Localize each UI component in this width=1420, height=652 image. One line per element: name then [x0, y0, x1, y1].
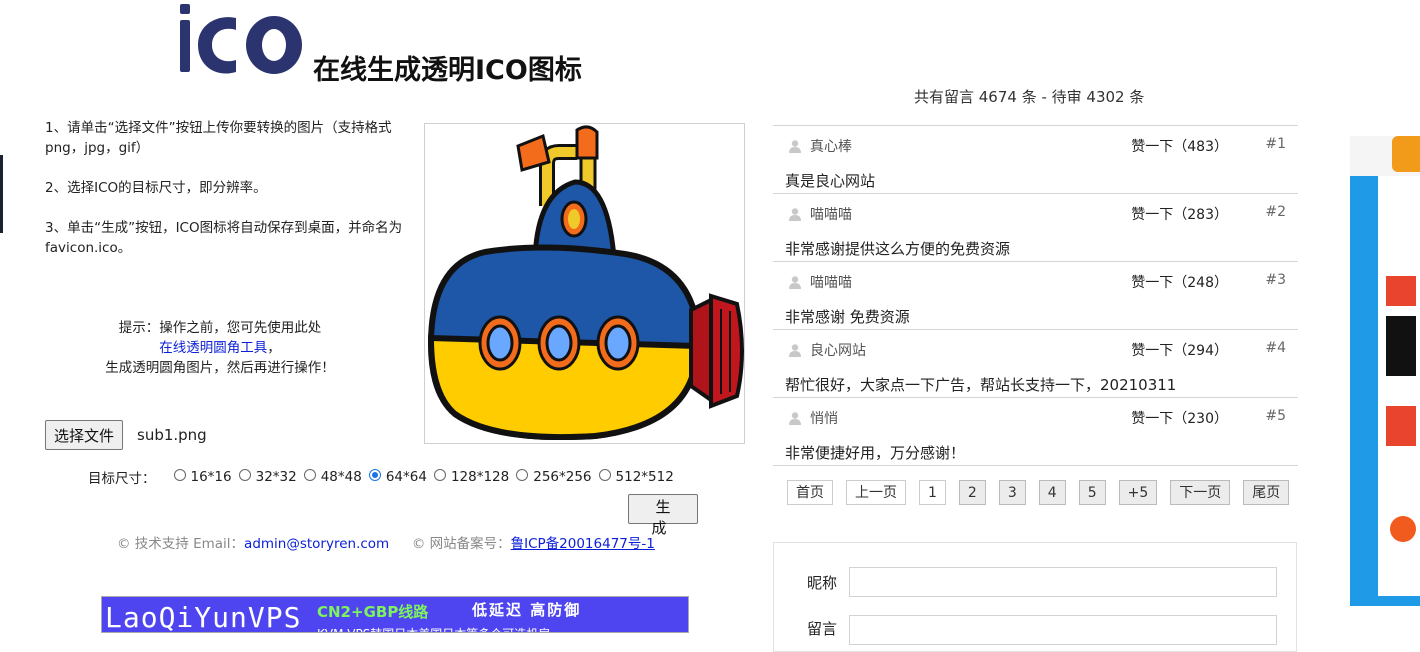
comment-list: 真心棒 赞一下（483） #1 真是良心网站 喵喵喵 赞一下（283） #2 非… [773, 125, 1298, 466]
comment-item: 真心棒 赞一下（483） #1 真是良心网站 [773, 126, 1298, 194]
size-option-32[interactable]: 32*32 [238, 469, 297, 485]
last-page-button[interactable]: 尾页 [1243, 480, 1290, 505]
message-input[interactable] [849, 615, 1277, 645]
image-preview [424, 123, 745, 444]
first-page-button[interactable]: 首页 [787, 480, 833, 505]
comment-index: #4 [1265, 340, 1286, 356]
banner-line-tag: CN2+GBP线路 [317, 603, 429, 621]
size-option-512[interactable]: 512*512 [598, 469, 674, 485]
banner-sub: KVM VPS韩国日本美国日本等多个可选机房 [317, 625, 550, 632]
instruction-step-2: 2、选择ICO的目标尺寸，即分辨率。 [45, 180, 267, 196]
page-4-button[interactable]: 4 [1038, 480, 1066, 505]
size-option-64[interactable]: 64*64 [368, 469, 427, 485]
page-5-button[interactable]: 5 [1078, 480, 1106, 505]
generate-button[interactable]: 生 成 [628, 494, 698, 537]
more-pages-button[interactable]: +5 [1118, 480, 1158, 505]
instruction-step-3: 3、单击“生成”按钮，ICO图标将自动保存到桌面，并命名为favicon.ico… [45, 220, 403, 256]
radio-icon[interactable] [238, 469, 251, 481]
comment-index: #2 [1265, 204, 1286, 220]
size-option-16[interactable]: 16*16 [173, 469, 232, 485]
next-page-button[interactable]: 下一页 [1170, 480, 1231, 505]
site-title: 在线生成透明ICO图标 [313, 55, 582, 86]
side-ad-tab [1392, 136, 1420, 172]
pagination: 首页 上一页 1 2 3 4 5 +5 下一页 尾页 [787, 480, 1302, 505]
vps-ad-banner[interactable]: LaoQiYunVPS CN2+GBP线路 低延迟 高防御 KVM VPS韩国日… [101, 596, 689, 633]
user-icon [789, 412, 801, 425]
nickname-input[interactable] [849, 567, 1277, 597]
banner-slogan: 低延迟 高防御 [472, 601, 582, 619]
left-edge-strip [0, 155, 3, 233]
comment-item: 悄悄 赞一下（230） #5 非常便捷好用，万分感谢！ [773, 398, 1298, 466]
comment-user: 真心棒 [810, 139, 852, 155]
tip-text: 提示：操作之前，您可先使用此处 在线透明圆角工具， 生成透明圆角图片，然后再进行… [45, 318, 395, 378]
support-label: © 技术支持 Email： [117, 536, 245, 552]
user-icon [789, 344, 801, 357]
like-button[interactable]: 赞一下（230） [1131, 408, 1228, 428]
like-button[interactable]: 赞一下（483） [1131, 136, 1228, 156]
banner-brand: LaoQiYunVPS [105, 601, 302, 633]
radio-icon[interactable] [173, 469, 186, 481]
radio-icon[interactable] [598, 469, 611, 481]
message-label: 留言 [807, 620, 838, 638]
ico-logo [180, 4, 302, 74]
comment-text: 非常便捷好用，万分感谢！ [785, 444, 966, 462]
comment-index: #1 [1265, 136, 1286, 152]
comment-text: 真是良心网站 [785, 172, 876, 190]
comment-user: 喵喵喵 [810, 275, 852, 291]
comment-text: 非常感谢提供这么方便的免费资源 [785, 240, 1011, 258]
like-button[interactable]: 赞一下（294） [1131, 340, 1228, 360]
side-ad-panel [1378, 176, 1420, 596]
page-2-button[interactable]: 2 [958, 480, 986, 505]
target-size-row: 目标尺寸： 16*16 32*32 48*48 64*64 128*128 25… [88, 467, 681, 487]
comment-text: 非常感谢 免费资源 [785, 308, 910, 326]
selected-file-name: sub1.png [137, 426, 207, 444]
choose-file-button[interactable]: 选择文件 [45, 420, 124, 450]
like-button[interactable]: 赞一下（248） [1131, 272, 1228, 292]
comment-index: #3 [1265, 272, 1286, 288]
target-size-label: 目标尺寸： [88, 471, 156, 487]
comment-text: 帮忙很好，大家点一下广告，帮站长支持一下，20210311 [785, 376, 1177, 394]
comment-form: 昵称 留言 [773, 542, 1297, 652]
comment-user: 悄悄 [810, 411, 838, 427]
user-icon [789, 208, 801, 221]
radio-icon[interactable] [516, 469, 529, 481]
instruction-step-1: 1、请单击“选择文件”按钮上传你要转换的图片（支持格式 png，jpg，gif） [45, 120, 392, 156]
submarine-image [427, 125, 744, 441]
radio-checked-icon[interactable] [368, 469, 381, 481]
message-count: 共有留言 4674 条 - 待审 4302 条 [914, 88, 1145, 106]
radio-icon[interactable] [433, 469, 446, 481]
nickname-label: 昵称 [807, 574, 838, 592]
icp-label: © 网站备案号： [411, 536, 511, 552]
size-option-256[interactable]: 256*256 [516, 469, 592, 485]
comment-item: 喵喵喵 赞一下（248） #3 非常感谢 免费资源 [773, 262, 1298, 330]
footer: © 技术支持 Email：admin@storyren.com © 网站备案号：… [117, 532, 655, 552]
comment-user: 良心网站 [810, 343, 866, 359]
prev-page-button[interactable]: 上一页 [846, 480, 906, 505]
comment-user: 喵喵喵 [810, 207, 852, 223]
comment-item: 喵喵喵 赞一下（283） #2 非常感谢提供这么方便的免费资源 [773, 194, 1298, 262]
size-option-48[interactable]: 48*48 [303, 469, 362, 485]
user-icon [789, 140, 801, 153]
side-ad-banner[interactable] [1350, 136, 1420, 606]
page-1-current[interactable]: 1 [919, 480, 946, 505]
tip-comma: ， [267, 340, 281, 356]
size-option-128[interactable]: 128*128 [433, 469, 509, 485]
support-email-link[interactable]: admin@storyren.com [244, 536, 389, 552]
comment-index: #5 [1265, 408, 1286, 424]
like-button[interactable]: 赞一下（283） [1131, 204, 1228, 224]
icp-link[interactable]: 鲁ICP备20016477号-1 [511, 536, 655, 552]
tip-prefix: 提示：操作之前，您可先使用此处 [118, 320, 322, 336]
rounded-corner-tool-link[interactable]: 在线透明圆角工具 [159, 340, 267, 356]
comment-item: 良心网站 赞一下（294） #4 帮忙很好，大家点一下广告，帮站长支持一下，20… [773, 330, 1298, 398]
tip-suffix: 生成透明圆角图片，然后再进行操作！ [105, 360, 335, 376]
user-icon [789, 276, 801, 289]
radio-icon[interactable] [303, 469, 316, 481]
page-3-button[interactable]: 3 [998, 480, 1026, 505]
